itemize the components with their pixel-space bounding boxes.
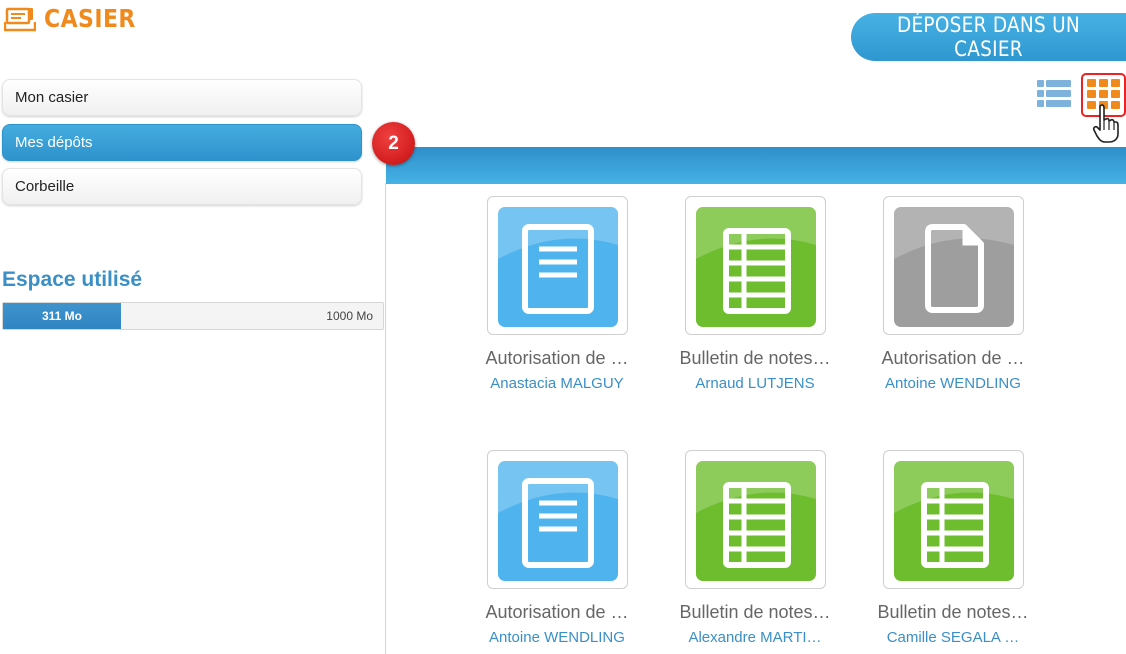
content-divider [385,183,386,654]
list-view-icon [1037,80,1071,107]
file-card[interactable]: Autorisation de … Antoine WENDLING [457,450,657,654]
file-card[interactable]: Bulletin de notes… Camille SEGALA … [853,450,1053,654]
locker-icon [4,7,36,31]
content-header-bar [386,147,1126,184]
spreadsheet-icon [696,461,816,581]
file-name: Bulletin de notes… [679,602,831,622]
file-card[interactable]: Bulletin de notes… Alexandre MARTI… [655,450,855,654]
file-name: Autorisation de … [485,348,629,368]
list-view-button[interactable] [1036,78,1072,110]
file-owner-link[interactable]: Arnaud LUTJENS [655,375,855,392]
app-title: CASIER [4,4,148,33]
file-name: Autorisation de … [881,348,1025,368]
deposit-button[interactable]: DÉPOSER DANS UN CASIER [851,13,1126,61]
generic-file-icon [894,207,1014,327]
storage-used-label: 311 Mo [41,309,83,323]
file-name: Autorisation de … [485,602,629,622]
hand-cursor-icon [1092,104,1119,143]
file-card[interactable]: Autorisation de … Anastacia MALGUY [457,196,657,406]
sidebar-item-label: Mes dépôts [15,134,93,151]
deposit-button-label: DÉPOSER DANS UN CASIER [896,13,1081,61]
file-owner-link[interactable]: Antoine WENDLING [457,629,657,646]
file-name: Bulletin de notes… [679,348,831,368]
file-owner-link[interactable]: Alexandre MARTI… [655,629,855,646]
spreadsheet-icon [894,461,1014,581]
document-icon [498,461,618,581]
storage-usage-bar: 311 Mo 1000 Mo [2,302,384,330]
sidebar-item-corbeille[interactable]: Corbeille [2,168,362,205]
file-thumbnail [883,450,1024,589]
file-thumbnail [685,450,826,589]
file-owner-link[interactable]: Anastacia MALGUY [457,375,657,392]
sidebar-item-mes-depots[interactable]: Mes dépôts [2,124,362,161]
file-name: Bulletin de notes… [877,602,1029,622]
file-thumbnail [685,196,826,335]
file-card[interactable]: Bulletin de notes… Arnaud LUTJENS [655,196,855,406]
file-thumbnail [883,196,1024,335]
storage-title: Espace utilisé [2,268,143,291]
step-badge: 2 [372,122,415,165]
spreadsheet-icon [696,207,816,327]
file-thumbnail [487,196,628,335]
sidebar-item-mon-casier[interactable]: Mon casier [2,79,362,116]
file-owner-link[interactable]: Camille SEGALA … [853,629,1053,646]
app-title-text: CASIER [44,4,136,33]
file-owner-link[interactable]: Antoine WENDLING [853,375,1053,392]
file-card[interactable]: Autorisation de … Antoine WENDLING [853,196,1053,406]
sidebar-item-label: Mon casier [15,89,89,106]
file-thumbnail [487,450,628,589]
storage-total-label: 1000 Mo [326,309,373,323]
sidebar-item-label: Corbeille [15,178,75,195]
document-icon [498,207,618,327]
